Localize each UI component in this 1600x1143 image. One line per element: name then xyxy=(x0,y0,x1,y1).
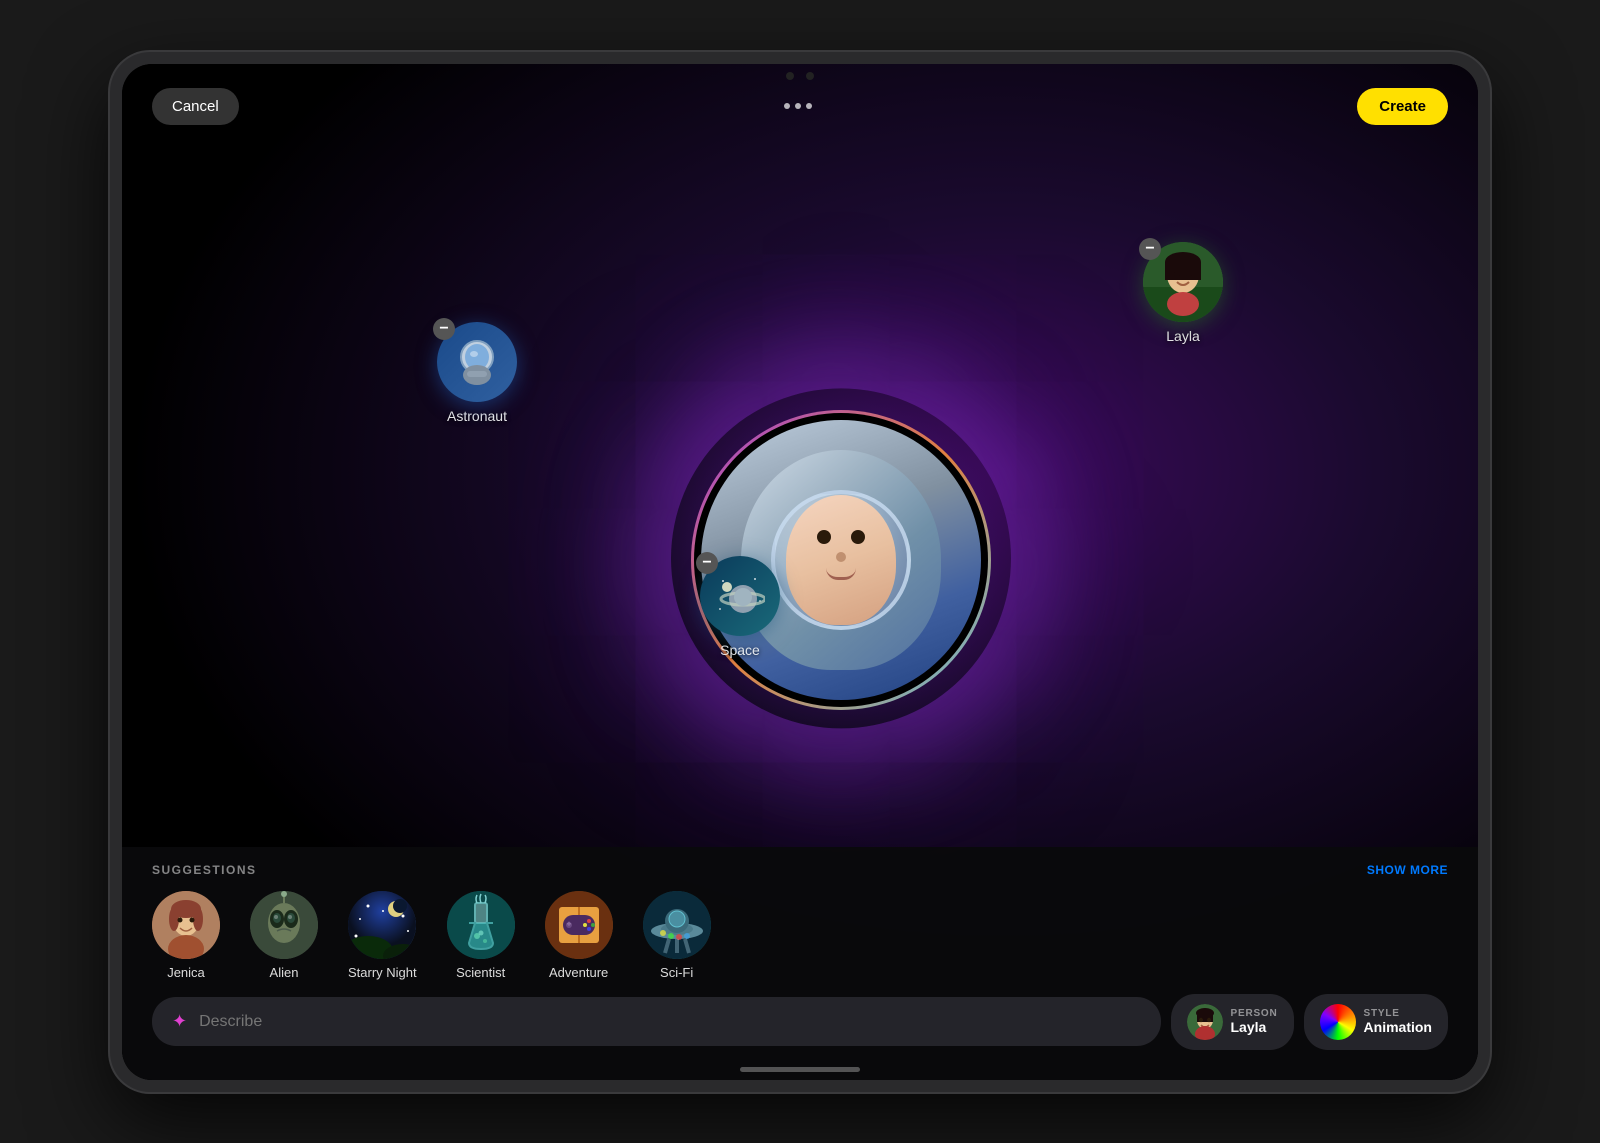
power-button[interactable] xyxy=(1489,232,1490,302)
scientist-svg xyxy=(447,891,515,959)
face xyxy=(786,495,896,625)
face-eye-right xyxy=(851,530,865,544)
top-bar: Cancel Create xyxy=(122,88,1478,125)
adventure-label: Adventure xyxy=(549,965,608,980)
suggestion-jenica[interactable]: Jenica xyxy=(152,891,220,980)
camera-dot xyxy=(786,72,794,80)
adventure-svg xyxy=(545,891,613,959)
dot-3 xyxy=(806,103,812,109)
person-chip-value: Layla xyxy=(1231,1019,1278,1035)
suggestions-row: Jenica xyxy=(152,891,1448,980)
dots-menu[interactable] xyxy=(784,103,812,109)
face-nose xyxy=(836,552,846,562)
scifi-icon xyxy=(643,891,711,959)
suggestion-scifi[interactable]: Sci-Fi xyxy=(643,891,711,980)
suggestion-scientist[interactable]: Scientist xyxy=(447,891,515,980)
space-svg xyxy=(715,571,765,621)
layla-float-element[interactable]: − xyxy=(1143,242,1223,344)
jenica-icon xyxy=(152,891,220,959)
style-chip[interactable]: STYLE Animation xyxy=(1304,994,1448,1050)
home-indicator xyxy=(740,1067,860,1072)
style-chip-text: STYLE Animation xyxy=(1364,1008,1432,1035)
jenica-label: Jenica xyxy=(167,965,205,980)
space-label: Space xyxy=(720,642,760,658)
layla-chip-avatar xyxy=(1187,1004,1223,1040)
cancel-button[interactable]: Cancel xyxy=(152,88,239,125)
suggestion-alien[interactable]: Alien xyxy=(250,891,318,980)
alien-svg xyxy=(250,891,318,959)
layla-label: Layla xyxy=(1166,328,1199,344)
alien-icon xyxy=(250,891,318,959)
person-chip-label: PERSON xyxy=(1231,1008,1278,1019)
suggestions-section: SUGGESTIONS SHOW MORE xyxy=(152,863,1448,980)
space-remove-badge[interactable]: − xyxy=(696,552,718,574)
suggestions-title: SUGGESTIONS xyxy=(152,863,257,877)
helmet-visor xyxy=(771,490,911,630)
sparkle-icon: ✦ xyxy=(172,1011,187,1032)
adventure-icon xyxy=(545,891,613,959)
suggestion-starry-night[interactable]: Starry Night xyxy=(348,891,417,980)
style-chip-value: Animation xyxy=(1364,1019,1432,1035)
astronaut-svg xyxy=(452,337,502,387)
create-button[interactable]: Create xyxy=(1357,88,1448,125)
volume-down-button[interactable] xyxy=(110,277,111,327)
show-more-button[interactable]: SHOW MORE xyxy=(1367,863,1448,877)
face-eye-left xyxy=(817,530,831,544)
style-chip-label: STYLE xyxy=(1364,1008,1432,1019)
describe-input[interactable] xyxy=(199,1013,1140,1031)
starry-night-svg xyxy=(348,891,416,959)
bottom-panel: SUGGESTIONS SHOW MORE xyxy=(122,847,1478,1080)
astronaut-remove-badge[interactable]: − xyxy=(433,318,455,340)
face-eyes xyxy=(817,530,865,544)
volume-up-button[interactable] xyxy=(110,212,111,262)
layla-remove-badge[interactable]: − xyxy=(1139,238,1161,260)
jenica-svg xyxy=(152,891,220,959)
scifi-svg xyxy=(643,891,711,959)
face-mouth xyxy=(826,568,856,580)
describe-input-wrap[interactable]: ✦ xyxy=(152,997,1161,1046)
scientist-icon xyxy=(447,891,515,959)
scientist-label: Scientist xyxy=(456,965,505,980)
ipad-frame: − Astronaut − xyxy=(110,52,1490,1092)
person-chip-avatar xyxy=(1187,1004,1223,1040)
starry-night-label: Starry Night xyxy=(348,965,417,980)
camera-bar xyxy=(786,72,814,80)
starry-night-icon xyxy=(348,891,416,959)
person-chip[interactable]: PERSON Layla xyxy=(1171,994,1294,1050)
person-chip-text: PERSON Layla xyxy=(1231,1008,1278,1035)
astronaut-float-element[interactable]: − Astronaut xyxy=(437,322,517,424)
dot-1 xyxy=(784,103,790,109)
space-float-element[interactable]: − xyxy=(700,556,780,658)
alien-label: Alien xyxy=(270,965,299,980)
suggestion-adventure[interactable]: Adventure xyxy=(545,891,613,980)
sensor-dot xyxy=(806,72,814,80)
suggestions-header: SUGGESTIONS SHOW MORE xyxy=(152,863,1448,877)
input-bar: ✦ xyxy=(152,994,1448,1050)
astronaut-label: Astronaut xyxy=(447,408,507,424)
dot-2 xyxy=(795,103,801,109)
style-chip-icon xyxy=(1320,1004,1356,1040)
scifi-label: Sci-Fi xyxy=(660,965,693,980)
ipad-screen: − Astronaut − xyxy=(122,64,1478,1080)
